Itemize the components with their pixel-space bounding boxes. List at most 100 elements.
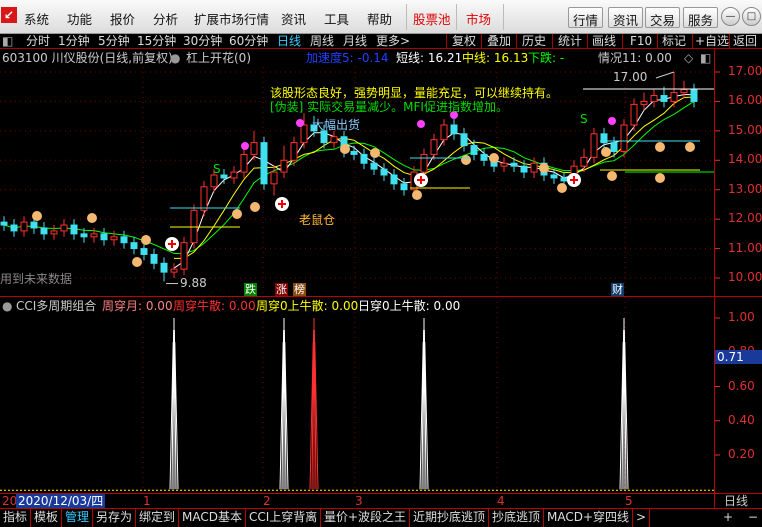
hand-marker-icon xyxy=(601,147,611,157)
candle-body xyxy=(210,174,218,188)
tab-2[interactable]: 管理 xyxy=(62,509,94,527)
tab-5[interactable]: MACD基本 xyxy=(179,509,246,527)
candle-body xyxy=(350,150,358,155)
candle-body xyxy=(520,165,528,173)
candle-body xyxy=(370,162,378,170)
tab-3[interactable]: 另存为 xyxy=(93,509,137,527)
tab-7[interactable]: 量价+波段之王 xyxy=(321,509,411,527)
hand-marker-icon xyxy=(685,142,695,152)
candle-body xyxy=(690,89,698,102)
high-price-mark: 17.00 xyxy=(613,70,648,84)
candle-body xyxy=(560,177,568,182)
selected-date: 2020/12/03/四 xyxy=(16,494,106,508)
tab-10[interactable]: MACD+穿四线 xyxy=(544,509,634,527)
candle-body xyxy=(0,221,8,226)
period-label[interactable]: 日线 xyxy=(724,494,748,508)
plus-button[interactable]: + xyxy=(720,509,736,527)
candle-body xyxy=(420,153,428,173)
candle-body xyxy=(510,162,518,167)
flower-marker-icon xyxy=(296,119,304,127)
tab-9[interactable]: 抄底逃顶 xyxy=(489,509,545,527)
date-tick: 2 xyxy=(263,494,271,508)
badge-finance[interactable]: 财 xyxy=(611,283,624,296)
tab-0[interactable]: 指标 xyxy=(0,509,32,527)
candle-body xyxy=(300,124,308,144)
candle-body xyxy=(530,162,538,173)
flower-marker-icon xyxy=(241,142,249,150)
candle-body xyxy=(200,186,208,211)
candle-body xyxy=(640,100,648,105)
candle-body xyxy=(160,262,168,273)
candle-body xyxy=(230,171,238,179)
badge-ranking[interactable]: 榜 xyxy=(293,283,306,296)
high-arrow xyxy=(655,71,675,79)
date-tick: 20 xyxy=(2,494,18,508)
hand-marker-icon xyxy=(655,173,665,183)
date-tick: 4 xyxy=(497,494,505,508)
candle-body xyxy=(100,233,108,241)
hand-marker-icon xyxy=(87,213,97,223)
low-price-mark: 9.88 xyxy=(180,276,207,290)
candle-body xyxy=(610,142,618,152)
hand-marker-icon xyxy=(32,211,42,221)
indicator-title[interactable]: CCI多周期组合 xyxy=(16,297,96,315)
flower-marker-icon xyxy=(417,120,425,128)
candle-body xyxy=(110,236,118,241)
candle-body xyxy=(460,133,468,147)
candle-body xyxy=(450,124,458,135)
candle-body xyxy=(590,133,598,158)
price-axis-label: 11.00 xyxy=(728,240,762,255)
candle-body xyxy=(270,171,278,185)
tab-6[interactable]: CCI上穿背离 xyxy=(246,509,322,527)
candle-body xyxy=(330,136,338,144)
candle-body xyxy=(180,242,188,270)
hand-marker-icon xyxy=(489,153,499,163)
tab-4[interactable]: 绑定到 xyxy=(136,509,180,527)
candle-body xyxy=(140,248,148,255)
candle-body xyxy=(580,156,588,167)
indicator-axis-label: 0.60 xyxy=(728,378,755,393)
indicator-field: 周穿牛散: 0.00 xyxy=(173,299,256,313)
date-axis: 20 2020/12/03/四 1 2 3 4 5 日线 xyxy=(0,493,762,508)
hand-marker-icon xyxy=(539,163,549,173)
price-axis-label: 14.00 xyxy=(728,152,762,167)
price-axis-label: 17.00 xyxy=(728,64,762,78)
candle-body xyxy=(290,142,298,161)
axis-divider xyxy=(714,49,715,508)
candle-body xyxy=(220,174,228,179)
price-axis-label: 15.00 xyxy=(728,122,762,137)
future-data-label: 用到未来数据 xyxy=(0,272,73,286)
candle-body xyxy=(360,153,368,164)
minus-button[interactable]: − xyxy=(745,509,761,527)
candle-body xyxy=(250,142,258,155)
indicator-axis-label: 0.20 xyxy=(728,447,755,461)
indicator-field: 周穿月: 0.00 xyxy=(102,299,173,313)
indicator-field: 日穿0上牛散: 0.00 xyxy=(358,299,461,313)
candle-body xyxy=(20,221,28,232)
candle-body xyxy=(90,233,98,238)
price-axis-label: 13.00 xyxy=(728,181,762,196)
candle-body xyxy=(60,224,68,232)
candle-body xyxy=(630,103,638,126)
candle-body xyxy=(260,142,268,185)
candle-body xyxy=(380,168,388,176)
candle-body xyxy=(150,253,158,264)
flower-marker-icon xyxy=(608,117,616,125)
chart-canvas[interactable] xyxy=(0,0,762,526)
tab-8[interactable]: 近期抄底逃顶 xyxy=(410,509,490,527)
candle-body xyxy=(440,124,448,141)
indicator-dropdown-icon[interactable]: ● xyxy=(2,297,12,315)
tab-1[interactable]: 模板 xyxy=(31,509,63,527)
date-tick: 5 xyxy=(625,494,633,508)
indicator-header: ● CCI多周期组合 周穿月: 0.00 周穿牛散: 0.00 周穿0上牛散: … xyxy=(0,297,714,315)
hand-marker-icon xyxy=(340,144,350,154)
price-axis-label: 12.00 xyxy=(728,211,762,226)
candle-body xyxy=(480,153,488,161)
badge-fall[interactable]: 跌 xyxy=(244,283,257,296)
price-axis-label: 10.00 xyxy=(728,270,762,284)
candle-body xyxy=(670,92,678,102)
badge-rise[interactable]: 涨 xyxy=(275,283,288,296)
date-tick: 3 xyxy=(355,494,363,508)
disguise-message: [伪装] 实际交易量减少。MFI促进指数增加。 xyxy=(270,100,508,114)
tab-11[interactable]: > xyxy=(633,509,651,527)
